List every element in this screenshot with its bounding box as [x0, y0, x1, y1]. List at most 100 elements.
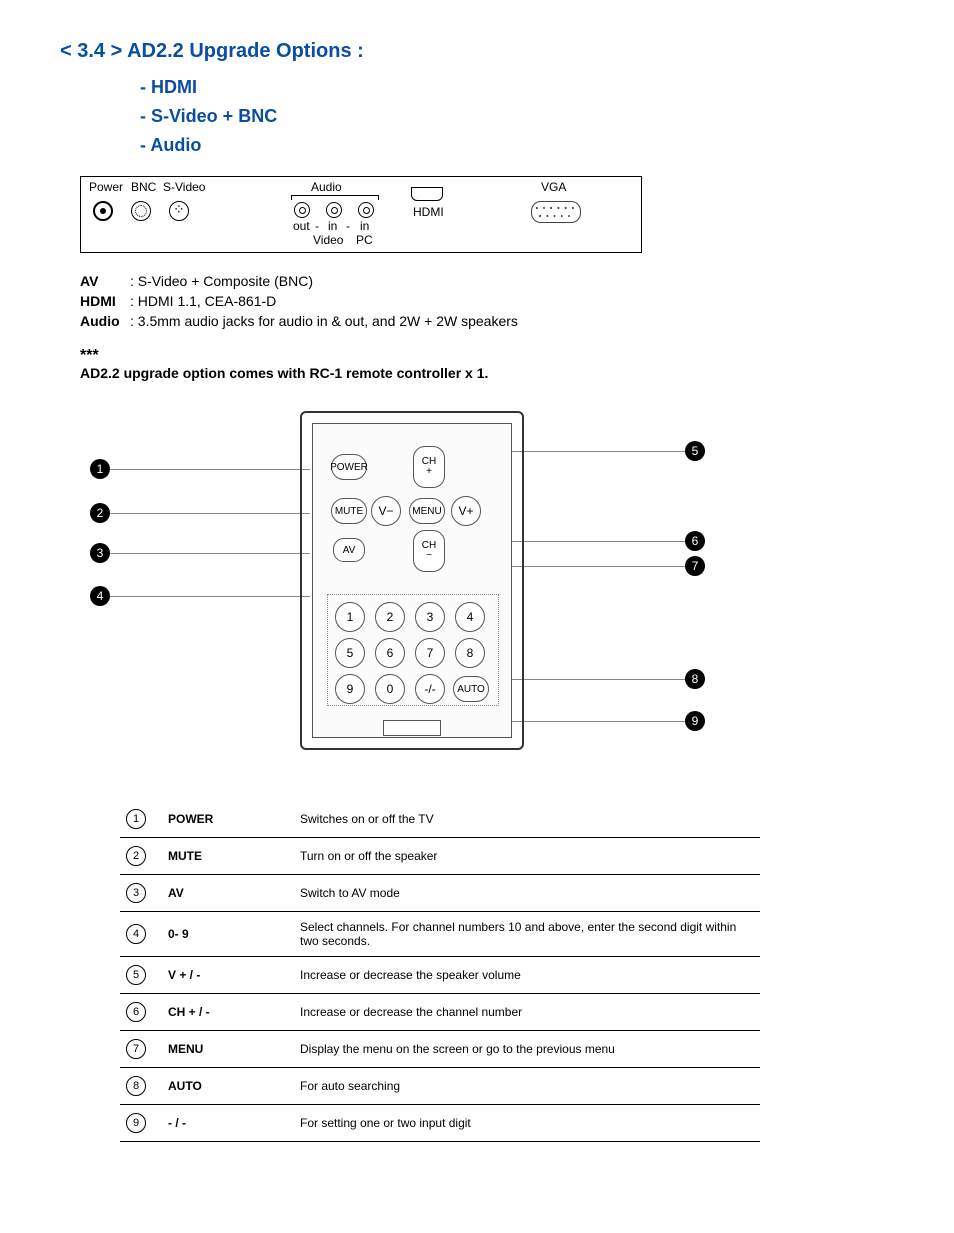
legend-key-cell: AV: [162, 875, 294, 912]
legend-key-cell: 0- 9: [162, 912, 294, 957]
legend-number-badge: 1: [126, 809, 146, 829]
legend-number-cell: 7: [120, 1031, 162, 1068]
table-row: 2 MUTETurn on or off the speaker: [120, 838, 760, 875]
callout-9: 9: [685, 711, 705, 731]
def-audio-val: : 3.5mm audio jacks for audio in & out, …: [130, 313, 518, 329]
remote-digit-1: 1: [335, 602, 365, 632]
leader-6: [510, 541, 685, 542]
remote-power-button: POWER: [331, 454, 367, 480]
remote-digit-3: 3: [415, 602, 445, 632]
legend-number-badge: 5: [126, 965, 146, 985]
audio-in-video-jack-icon: [326, 202, 342, 218]
label-dash-1: -: [315, 219, 319, 233]
leader-9: [510, 721, 685, 722]
legend-number-badge: 4: [126, 924, 146, 944]
callout-4: 4: [90, 586, 110, 606]
table-row: 3AVSwitch to AV mode: [120, 875, 760, 912]
table-row: 6 CH + / -Increase or decrease the channe…: [120, 994, 760, 1031]
legend-number-badge: 7: [126, 1039, 146, 1059]
def-hdmi-val: : HDMI 1.1, CEA-861-D: [130, 293, 276, 309]
label-hdmi: HDMI: [413, 205, 444, 219]
legend-number-cell: 3: [120, 875, 162, 912]
remote-auto-button: AUTO: [453, 676, 489, 702]
port-panel: Power BNC S-Video Audio out - in - in Vi…: [80, 176, 642, 253]
leader-1: [110, 469, 310, 470]
leader-5: [510, 451, 685, 452]
legend-key-cell: MUTE: [162, 838, 294, 875]
callout-8: 8: [685, 669, 705, 689]
table-row: 7MENUDisplay the menu on the screen or g…: [120, 1031, 760, 1068]
sub-heading-hdmi: - HDMI: [140, 77, 894, 98]
legend-number-cell: 5: [120, 957, 162, 994]
label-video: Video: [313, 233, 343, 247]
legend-desc-cell: Increase or decrease the channel number: [294, 994, 760, 1031]
callout-3: 3: [90, 543, 110, 563]
audio-out-jack-icon: [294, 202, 310, 218]
svideo-port-icon: [169, 201, 189, 221]
legend-desc-cell: For setting one or two input digit: [294, 1105, 760, 1142]
remote-digit-6: 6: [375, 638, 405, 668]
remote-digit-0: 0: [375, 674, 405, 704]
remote-outline: POWER CH + MUTE V− MENU V+ AV CH − 1 2 3…: [300, 411, 524, 750]
remote-ch-up-button: CH +: [413, 446, 445, 488]
leader-4: [110, 596, 310, 597]
legend-desc-cell: Turn on or off the speaker: [294, 838, 760, 875]
remote-body: POWER CH + MUTE V− MENU V+ AV CH − 1 2 3…: [312, 423, 512, 738]
audio-in-pc-jack-icon: [358, 202, 374, 218]
callout-2: 2: [90, 503, 110, 523]
remote-ch-down-button: CH −: [413, 530, 445, 572]
sub-heading-svideo-bnc: - S-Video + BNC: [140, 106, 894, 127]
legend-key-cell: V + / -: [162, 957, 294, 994]
label-in-1: in: [328, 219, 337, 233]
label-svideo: S-Video: [163, 180, 205, 194]
remote-mute-button: MUTE: [331, 498, 367, 524]
ch-up-text-bot: +: [426, 467, 432, 477]
remote-legend-table: 1POWERSwitches on or off the TV2MUTETurn…: [120, 801, 760, 1142]
remote-figure: 1 2 3 4 5 6 7 8 9 POWER CH + MUTE V− MEN…: [90, 411, 730, 771]
ch-down-text-bot: −: [426, 551, 432, 561]
label-pc: PC: [356, 233, 373, 247]
remote-digit-8: 8: [455, 638, 485, 668]
label-out: out: [293, 219, 310, 233]
remote-vol-up-button: V+: [451, 496, 481, 526]
legend-key-cell: CH + / -: [162, 994, 294, 1031]
sub-heading-audio: - Audio: [140, 135, 894, 156]
def-av-val: : S-Video + Composite (BNC): [130, 273, 313, 289]
callout-7: 7: [685, 556, 705, 576]
legend-number-badge: 2: [126, 846, 146, 866]
remote-digit-2: 2: [375, 602, 405, 632]
callout-1: 1: [90, 459, 110, 479]
legend-number-cell: 9: [120, 1105, 162, 1142]
remote-vol-down-button: V−: [371, 496, 401, 526]
legend-number-cell: 6: [120, 994, 162, 1031]
label-audio: Audio: [311, 180, 342, 194]
legend-desc-cell: Display the menu on the screen or go to …: [294, 1031, 760, 1068]
remote-twodigit-button: -/-: [415, 674, 445, 704]
legend-number-cell: 8: [120, 1068, 162, 1105]
remote-menu-button: MENU: [409, 498, 445, 524]
note-line: AD2.2 upgrade option comes with RC-1 rem…: [80, 365, 894, 381]
leader-2: [110, 513, 310, 514]
legend-desc-cell: Increase or decrease the speaker volume: [294, 957, 760, 994]
note-block: *** AD2.2 upgrade option comes with RC-1…: [80, 347, 894, 381]
label-in-2: in: [360, 219, 369, 233]
legend-number-badge: 3: [126, 883, 146, 903]
label-vga: VGA: [541, 180, 566, 194]
leader-7: [510, 566, 685, 567]
table-row: 1POWERSwitches on or off the TV: [120, 801, 760, 838]
callout-6: 6: [685, 531, 705, 551]
legend-number-badge: 6: [126, 1002, 146, 1022]
remote-digit-4: 4: [455, 602, 485, 632]
legend-key-cell: - / -: [162, 1105, 294, 1142]
vga-port-icon: [531, 201, 581, 223]
callout-5: 5: [685, 441, 705, 461]
legend-number-cell: 4: [120, 912, 162, 957]
legend-key-cell: AUTO: [162, 1068, 294, 1105]
legend-key-cell: POWER: [162, 801, 294, 838]
hdmi-port-icon: [411, 187, 443, 201]
legend-number-badge: 9: [126, 1113, 146, 1133]
power-port-icon: [93, 201, 113, 221]
audio-group-bar: [291, 195, 379, 200]
table-row: 8AUTOFor auto searching: [120, 1068, 760, 1105]
definitions-block: AV: S-Video + Composite (BNC) HDMI: HDMI…: [80, 273, 894, 329]
